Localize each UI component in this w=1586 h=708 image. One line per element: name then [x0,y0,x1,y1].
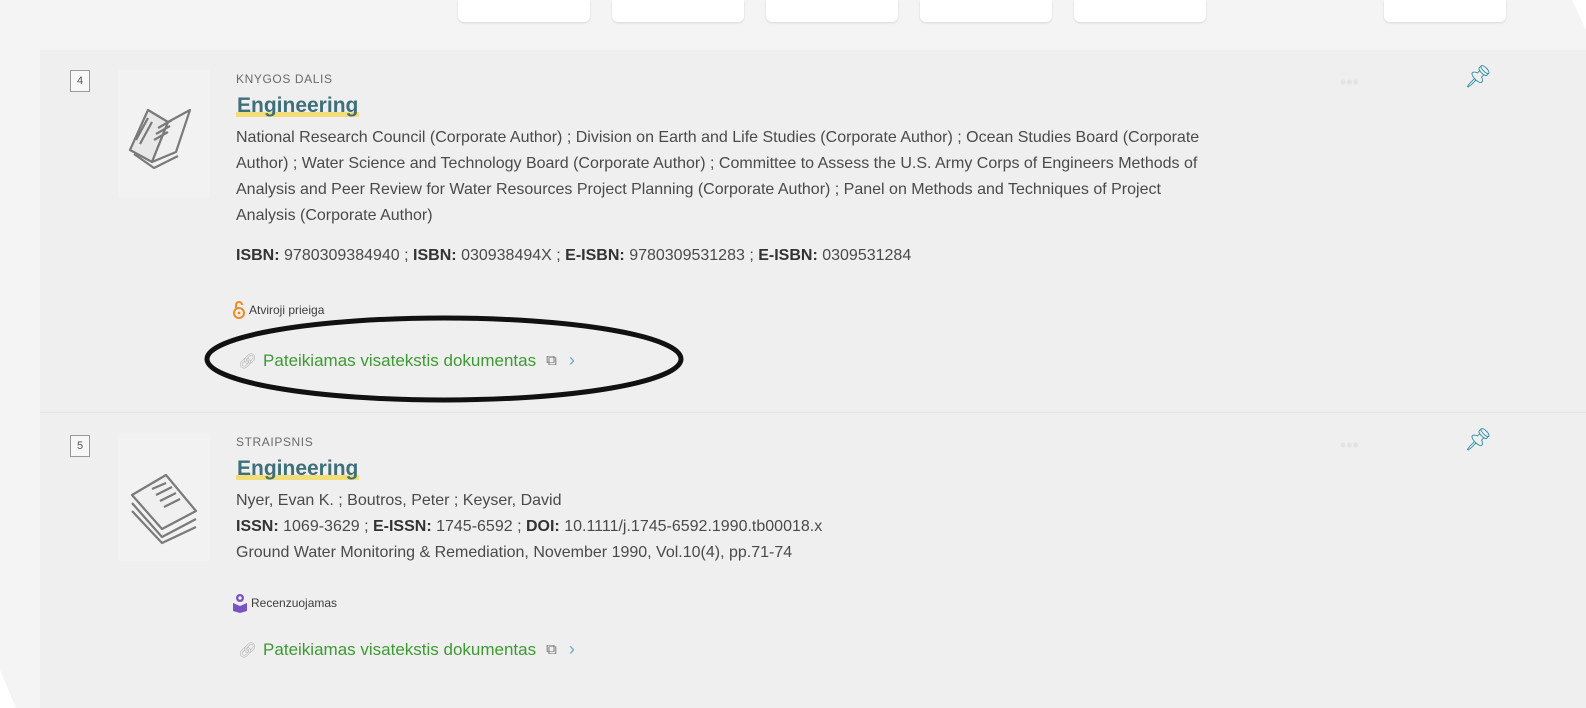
identifier-label: DOI: [525,518,560,535]
result-identifiers: ISBN: 9780309384940 ; ISBN: 030938494X ;… [236,247,912,264]
authors-line: National Research Council (Corporate Aut… [236,129,1200,146]
corner-decoration [1572,0,1586,30]
ghost-actions: ••• [1340,72,1359,92]
result-title[interactable]: Engineering [236,457,360,481]
authors-line: Analysis (Corporate Author) [236,207,433,224]
toolbar-button[interactable] [766,0,898,22]
result-title-text[interactable]: Engineering [236,94,360,117]
identifier-value: 9780309384940 [284,247,400,264]
result-authors: National Research Council (Corporate Aut… [236,125,1199,229]
toolbar-button[interactable] [1384,0,1506,22]
identifier-label: ISBN: [236,247,280,264]
badge-label: Recenzuojamas [251,596,338,610]
identifier-value: 10.1111/j.1745-6592.1990.tb00018.x [564,518,823,535]
identifier-label: E-ISBN: [758,247,818,264]
identifier-label: ISBN: [413,247,457,264]
book-thumbnail-icon [118,70,210,198]
result-source: Ground Water Monitoring & Remediation, N… [236,544,793,561]
identifier-value: 030938494X [461,247,552,264]
result-title[interactable]: Engineering [236,94,360,118]
highlight-ellipse [204,315,684,403]
identifier-value: 0309531284 [822,247,912,264]
toolbar-button[interactable] [1074,0,1206,22]
identifier-value: 1745-6592 [436,518,513,535]
corner-decoration [0,670,16,708]
toolbar-button[interactable] [612,0,744,22]
ghost-actions: ••• [1340,435,1359,455]
top-toolbar [0,0,1586,24]
chevron-right-icon[interactable]: › [569,639,575,660]
identifier-label: E-ISSN: [372,518,432,535]
authors-line: Analysis and Peer Review for Water Resou… [236,181,1161,198]
identifier-value: 9780309531283 [629,247,745,264]
article-thumbnail-icon [118,433,210,561]
fulltext-link[interactable]: 🔗︎ Pateikiamas visatekstis dokumentas ⧉ … [238,639,575,660]
toolbar-button[interactable] [458,0,590,22]
external-link-icon: ⧉ [546,641,557,658]
link-icon: 🔗︎ [238,641,258,659]
result-title-text[interactable]: Engineering [236,457,360,480]
pin-icon[interactable]: 📌︎ [1464,427,1492,453]
fulltext-label[interactable]: Pateikiamas visatekstis dokumentas [263,640,536,660]
result-type: KNYGOS DALIS [236,72,333,86]
result-identifiers: ISSN: 1069-3629 ; E-ISSN: 1745-6592 ; DO… [236,518,823,535]
result-type: STRAIPSNIS [236,435,314,449]
pin-icon[interactable]: 📌︎ [1464,64,1492,90]
identifier-value: 1069-3629 [283,518,360,535]
result-number: 5 [70,435,90,457]
peer-reviewed-badge: Recenzuojamas [232,593,337,613]
authors-line: Author) ; Water Science and Technology B… [236,155,1198,172]
identifier-label: E-ISBN: [565,247,625,264]
result-number: 4 [70,70,90,92]
result-authors: Nyer, Evan K. ; Boutros, Peter ; Keyser,… [236,492,562,509]
identifier-label: ISSN: [236,518,279,535]
result-item[interactable]: 5 STRAIPSNIS Engineering Nyer, Evan K. ;… [40,413,1586,708]
toolbar-button[interactable] [920,0,1052,22]
peer-reviewed-icon [233,594,247,613]
